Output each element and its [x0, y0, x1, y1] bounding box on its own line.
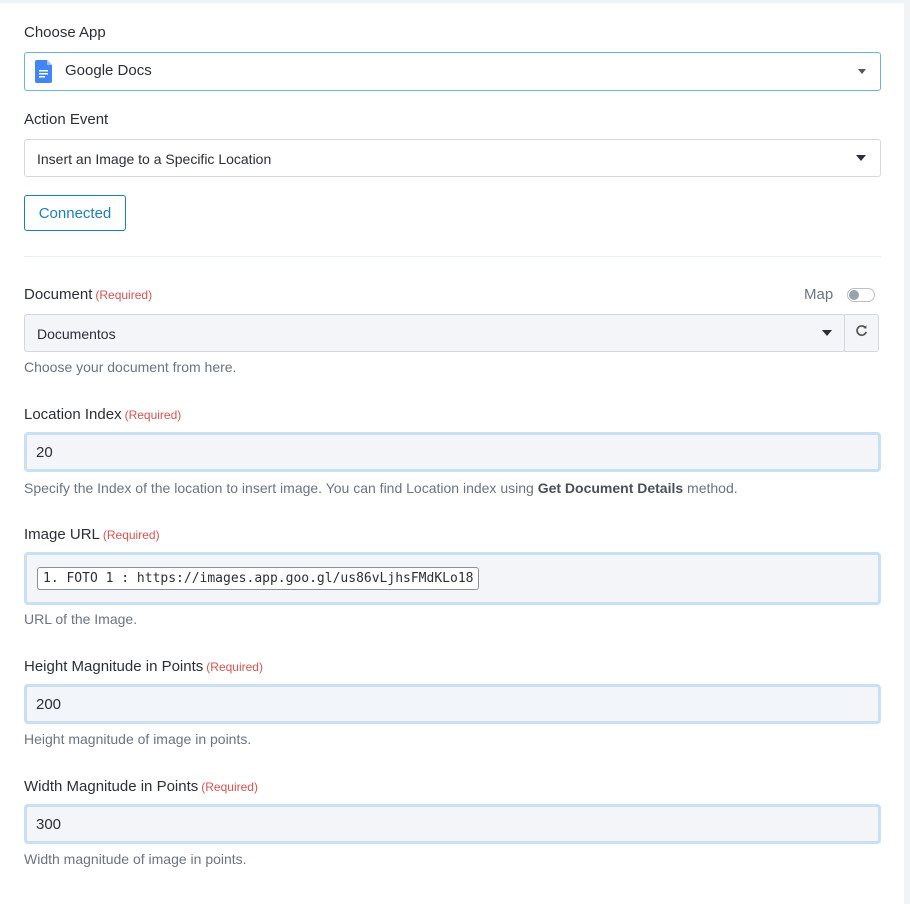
action-event-select[interactable]: Insert an Image to a Specific Location — [24, 139, 881, 177]
document-help: Choose your document from here. — [24, 359, 237, 375]
height-help: Height magnitude of image in points. — [24, 731, 252, 747]
height-input[interactable]: 200 — [24, 684, 881, 724]
document-label: Document (Required) — [24, 286, 152, 303]
location-index-input[interactable]: 20 — [24, 432, 881, 472]
divider — [24, 256, 881, 257]
image-url-token[interactable]: 1. FOTO 1 : https://images.app.goo.gl/us… — [37, 567, 480, 590]
document-value: Documentos — [37, 326, 116, 342]
top-border — [0, 0, 904, 3]
location-index-help-suffix: method. — [683, 480, 738, 496]
height-value: 200 — [36, 695, 62, 713]
required-badge: (Required) — [102, 528, 160, 542]
width-label: Width Magnitude in Points (Required) — [24, 778, 258, 795]
required-badge: (Required) — [95, 288, 153, 302]
height-label: Height Magnitude in Points (Required) — [24, 658, 263, 675]
image-url-help: URL of the Image. — [24, 611, 138, 627]
refresh-button[interactable] — [844, 314, 879, 352]
required-badge: (Required) — [206, 660, 263, 674]
width-label-text: Width Magnitude in Points — [24, 778, 199, 795]
image-url-label-text: Image URL — [24, 526, 100, 543]
chevron-down-icon — [822, 330, 832, 336]
map-toggle[interactable] — [847, 288, 875, 302]
document-select[interactable]: Documentos — [24, 314, 845, 352]
location-index-value: 20 — [36, 443, 53, 461]
google-docs-icon — [35, 60, 52, 83]
image-url-label: Image URL (Required) — [24, 526, 160, 543]
choose-app-select[interactable]: Google Docs — [24, 52, 881, 91]
width-help: Width magnitude of image in points. — [24, 851, 247, 867]
choose-app-label: Choose App — [24, 24, 106, 41]
action-event-value: Insert an Image to a Specific Location — [37, 151, 272, 167]
location-index-label-text: Location Index — [24, 406, 122, 423]
chevron-down-icon — [856, 155, 866, 161]
connected-button[interactable]: Connected — [24, 195, 126, 231]
connected-button-label: Connected — [38, 204, 112, 222]
action-event-label: Action Event — [24, 111, 109, 128]
location-index-help: Specify the Index of the location to ins… — [24, 480, 738, 496]
height-label-text: Height Magnitude in Points — [24, 658, 204, 675]
chevron-down-icon — [858, 69, 866, 74]
required-badge: (Required) — [201, 780, 258, 794]
width-input[interactable]: 300 — [24, 804, 881, 844]
location-index-help-text: Specify the Index of the location to ins… — [24, 480, 538, 496]
map-label: Map — [804, 286, 834, 303]
get-document-details-text: Get Document Details — [537, 480, 684, 496]
map-toggle-knob — [849, 290, 859, 300]
choose-app-value: Google Docs — [65, 62, 152, 79]
location-index-label: Location Index (Required) — [24, 406, 181, 423]
document-label-text: Document — [24, 286, 93, 303]
required-badge: (Required) — [124, 408, 182, 422]
image-url-input[interactable]: 1. FOTO 1 : https://images.app.goo.gl/us… — [24, 552, 881, 605]
refresh-icon — [855, 324, 868, 342]
scrollbar-track[interactable] — [904, 0, 910, 904]
width-value: 300 — [36, 815, 62, 833]
